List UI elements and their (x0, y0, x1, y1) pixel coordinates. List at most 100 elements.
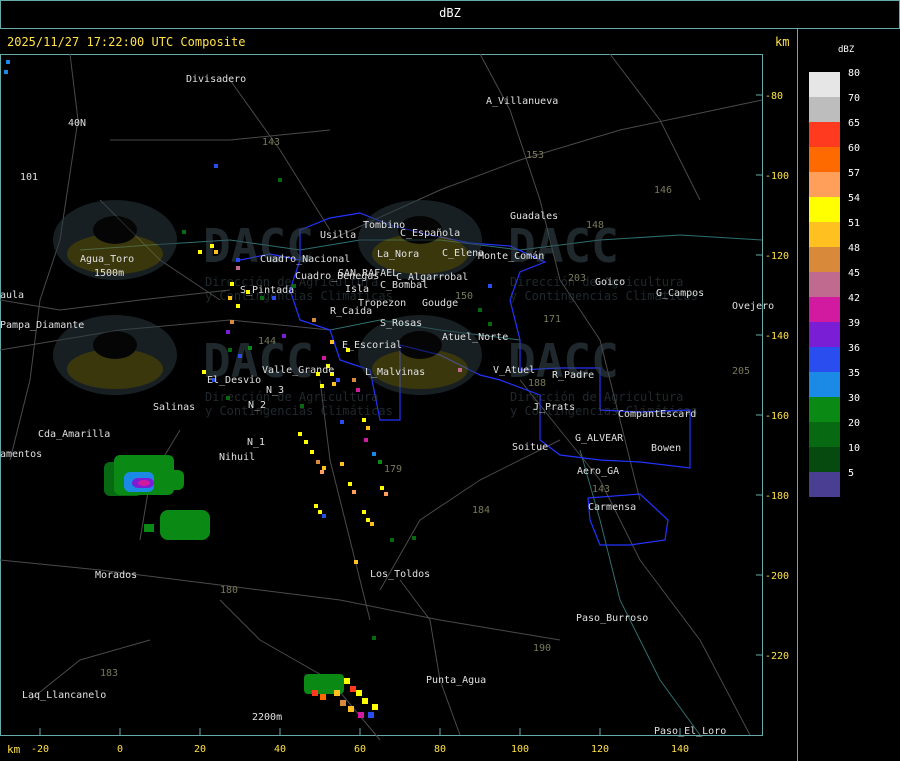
legend-label: 5 (848, 468, 855, 479)
echo-cell (390, 538, 394, 542)
route-label: 205 (732, 366, 750, 377)
y-axis-ticks (756, 94, 763, 656)
legend-swatch (809, 297, 840, 322)
legend-swatch (809, 197, 840, 222)
legend-swatch (809, 322, 840, 347)
place-label: Pampa_Diamante (0, 320, 84, 331)
legend-label: 54 (848, 193, 861, 204)
echo-cell (160, 470, 184, 490)
legend-label: 36 (848, 343, 861, 354)
route-label: 144 (258, 336, 276, 347)
echo-cell (362, 510, 366, 514)
echo-cell (320, 694, 326, 700)
legend-swatch (809, 372, 840, 397)
place-label: Divisadero (186, 74, 246, 85)
echo-cell (272, 296, 276, 300)
echo-cell (330, 340, 334, 344)
route-label: 150 (455, 291, 473, 302)
x-tick-label: 60 (354, 744, 366, 755)
place-label: Paso_El_Loro (654, 726, 726, 737)
route-label: 143 (592, 484, 610, 495)
watermark-line: Dirección de Agricultura (205, 390, 378, 404)
place-label: Soitue (512, 442, 548, 453)
echo-cell (384, 492, 388, 496)
place-label: Monte_Comán (478, 250, 544, 262)
place-label: 101 (20, 172, 38, 183)
echo-cell (340, 462, 344, 466)
echo-cell (356, 388, 360, 392)
echo-cell (362, 698, 368, 704)
echo-cell (236, 304, 240, 308)
place-label: L_Malvinas (365, 367, 425, 378)
echo-cell (278, 178, 282, 182)
route-label: 148 (586, 220, 604, 231)
y-tick-label: -180 (765, 491, 789, 502)
echo-cell (340, 700, 346, 706)
place-label: R_Padre (552, 370, 594, 381)
x-tick-label: 0 (117, 744, 123, 755)
place-label: La_Nora (377, 249, 419, 260)
route-label: 188 (528, 378, 546, 389)
echo-cell (314, 504, 318, 508)
echo-cell (214, 250, 218, 254)
place-label: S_Rosas (380, 318, 422, 329)
route-label: 146 (654, 185, 672, 196)
legend-label: 39 (848, 318, 861, 329)
echo-cell (210, 244, 214, 248)
echo-cell (300, 404, 304, 408)
place-label: Goico (595, 277, 625, 288)
y-tick-label: -140 (765, 331, 789, 342)
legend-swatch (809, 172, 840, 197)
place-label: Morados (95, 570, 137, 581)
echo-cell (372, 704, 378, 710)
place-label: C_Bombal (380, 280, 428, 291)
echo-cell (160, 510, 210, 540)
x-tick-label: 140 (671, 744, 689, 755)
echo-cell (352, 378, 356, 382)
place-label: Paso_Burroso (576, 613, 648, 624)
echo-cell (236, 258, 240, 262)
place-label: Isla (345, 284, 369, 295)
echo-cell (358, 712, 364, 718)
echo-cell (318, 510, 322, 514)
echo-cell (320, 384, 324, 388)
echo-cell (230, 282, 234, 286)
echo-cell (458, 368, 462, 372)
place-label: V_Atuel (493, 365, 535, 376)
place-label: Valle_Grande (262, 365, 334, 376)
x-tick-label: 80 (434, 744, 446, 755)
legend-label: 45 (848, 268, 861, 279)
echo-cell (362, 418, 366, 422)
route-label: 190 (533, 643, 551, 654)
place-label: CompantEscard (618, 409, 696, 420)
route-label: 180 (220, 585, 238, 596)
legend-swatch (809, 347, 840, 372)
echo-cell (332, 382, 336, 386)
x-axis-ticks (39, 728, 681, 735)
place-label: Ovejero (732, 301, 774, 312)
legend-label: 20 (848, 418, 861, 429)
legend-swatch (809, 247, 840, 272)
legend-swatch (809, 447, 840, 472)
place-label: 1500m (94, 268, 124, 279)
echo-cell (334, 690, 340, 696)
y-tick-label: -80 (765, 91, 783, 102)
color-legend (809, 72, 840, 497)
echo-cell (380, 486, 384, 490)
place-label: N_2 (248, 400, 266, 411)
radar-map[interactable]: DACCDirección de Agriculturay Contingenc… (0, 0, 797, 761)
legend-label: 10 (848, 443, 861, 454)
echo-cell (310, 450, 314, 454)
echo-cell (366, 518, 370, 522)
echo-cell (320, 470, 324, 474)
echo-cell (322, 466, 326, 470)
route-label: 179 (384, 464, 402, 475)
echo-cell (282, 334, 286, 338)
legend-label: 51 (848, 218, 861, 229)
echo-cell (312, 318, 316, 322)
echo-cell (372, 452, 376, 456)
place-label: Atuel_Norte (442, 332, 508, 343)
place-label: G_Campos (656, 288, 704, 299)
echo-cell (4, 70, 8, 74)
place-label: Usilla (320, 230, 356, 241)
